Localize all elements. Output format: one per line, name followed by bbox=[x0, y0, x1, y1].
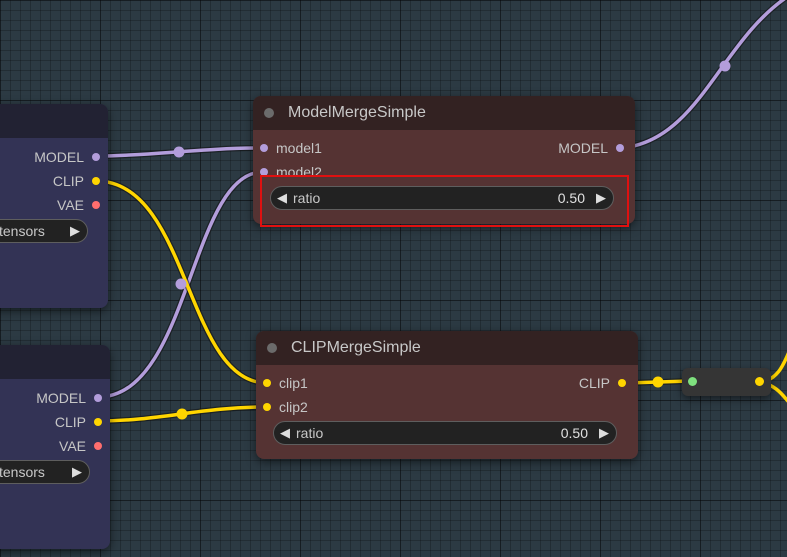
slot-label: CLIP bbox=[52, 173, 84, 189]
input-slot-clip1[interactable]: clip1 bbox=[263, 375, 308, 391]
slot-label: MODEL bbox=[558, 140, 608, 156]
canvas-grid bbox=[0, 0, 787, 557]
arrow-right-icon[interactable]: ▶ bbox=[70, 220, 80, 242]
model-merge-simple-node[interactable]: ModelMergeSimple model1 model2 MODEL ◀ r… bbox=[253, 96, 635, 224]
output-slot-clip[interactable]: CLIP bbox=[54, 414, 102, 430]
clip-merge-simple-node[interactable]: CLIPMergeSimple clip1 clip2 CLIP ◀ ratio… bbox=[256, 331, 638, 459]
reroute-output-dot[interactable] bbox=[755, 377, 764, 386]
link-clip-bottom-to-clip2 bbox=[95, 404, 270, 424]
slot-dot[interactable] bbox=[618, 379, 626, 387]
slot-label: clip2 bbox=[279, 399, 308, 415]
slot-label: CLIP bbox=[54, 414, 86, 430]
widget-label: ratio bbox=[293, 190, 321, 206]
output-slot-clip[interactable]: CLIP bbox=[52, 173, 100, 189]
input-slot-model2[interactable]: model2 bbox=[260, 164, 322, 180]
output-slot-model[interactable]: MODEL bbox=[558, 140, 624, 156]
link-clip-top-to-clip1 bbox=[93, 178, 270, 386]
slot-label: clip1 bbox=[279, 375, 308, 391]
widget-label: ratio bbox=[296, 425, 324, 441]
output-slot-vae[interactable]: VAE bbox=[59, 438, 102, 454]
arrow-left-icon[interactable]: ◀ bbox=[277, 187, 287, 209]
input-slot-model1[interactable]: model1 bbox=[260, 140, 322, 156]
arrow-right-icon[interactable]: ▶ bbox=[72, 461, 82, 483]
output-slot-clip[interactable]: CLIP bbox=[578, 375, 626, 391]
widget-label: tensors bbox=[0, 223, 45, 239]
node-title: CLIPMergeSimple bbox=[291, 339, 421, 356]
checkpoint-top-contents: MODEL CLIP VAE tensors ▶ bbox=[0, 104, 108, 308]
arrow-left-icon[interactable]: ◀ bbox=[280, 422, 290, 444]
slot-dot[interactable] bbox=[260, 168, 268, 176]
ratio-widget[interactable]: ◀ ratio 0.50 ▶ bbox=[273, 421, 617, 445]
links-layer bbox=[93, 0, 787, 424]
widget-label: tensors bbox=[0, 464, 45, 480]
arrow-right-icon[interactable]: ▶ bbox=[596, 187, 606, 209]
node-header[interactable]: ModelMergeSimple bbox=[253, 96, 635, 130]
output-slot-model[interactable]: MODEL bbox=[36, 390, 102, 406]
ckpt-name-combo[interactable]: tensors ▶ bbox=[0, 460, 90, 484]
slot-label: model1 bbox=[276, 140, 322, 156]
slot-dot[interactable] bbox=[94, 442, 102, 450]
input-slot-clip2[interactable]: clip2 bbox=[263, 399, 308, 415]
ckpt-name-combo[interactable]: tensors ▶ bbox=[0, 219, 88, 243]
output-slot-model[interactable]: MODEL bbox=[34, 149, 100, 165]
reroute-input-dot[interactable] bbox=[688, 377, 697, 386]
slot-dot[interactable] bbox=[92, 201, 100, 209]
collapse-dot-icon[interactable] bbox=[264, 108, 274, 118]
link-model-output bbox=[619, 0, 787, 151]
slot-dot[interactable] bbox=[94, 418, 102, 426]
slot-label: VAE bbox=[57, 197, 84, 213]
slot-label: VAE bbox=[59, 438, 86, 454]
widget-value[interactable]: 0.50 bbox=[558, 187, 585, 209]
slot-dot[interactable] bbox=[92, 177, 100, 185]
checkpoint-bottom-contents: MODEL CLIP VAE tensors ▶ bbox=[0, 345, 110, 549]
node-title: ModelMergeSimple bbox=[288, 104, 426, 121]
link-model-bottom-to-model2 bbox=[95, 169, 266, 400]
link-midpoint bbox=[173, 146, 185, 158]
link-midpoint bbox=[719, 60, 731, 72]
slot-dot[interactable] bbox=[92, 153, 100, 161]
slot-dot[interactable] bbox=[263, 403, 271, 411]
node-header[interactable]: CLIPMergeSimple bbox=[256, 331, 638, 365]
slot-dot[interactable] bbox=[94, 394, 102, 402]
slot-label: MODEL bbox=[34, 149, 84, 165]
link-model-top-to-model1 bbox=[93, 145, 266, 159]
widget-value[interactable]: 0.50 bbox=[561, 422, 588, 444]
collapse-dot-icon[interactable] bbox=[267, 343, 277, 353]
link-midpoint bbox=[175, 278, 187, 290]
arrow-right-icon[interactable]: ▶ bbox=[599, 422, 609, 444]
slot-dot[interactable] bbox=[260, 144, 268, 152]
link-midpoint bbox=[176, 408, 188, 420]
slot-label: MODEL bbox=[36, 390, 86, 406]
reroute-node[interactable] bbox=[682, 368, 771, 396]
slot-dot[interactable] bbox=[616, 144, 624, 152]
slot-label: CLIP bbox=[578, 375, 610, 391]
ratio-widget[interactable]: ◀ ratio 0.50 ▶ bbox=[270, 186, 614, 210]
slot-dot[interactable] bbox=[263, 379, 271, 387]
slot-label: model2 bbox=[276, 164, 322, 180]
output-slot-vae[interactable]: VAE bbox=[57, 197, 100, 213]
link-midpoint bbox=[652, 376, 664, 388]
